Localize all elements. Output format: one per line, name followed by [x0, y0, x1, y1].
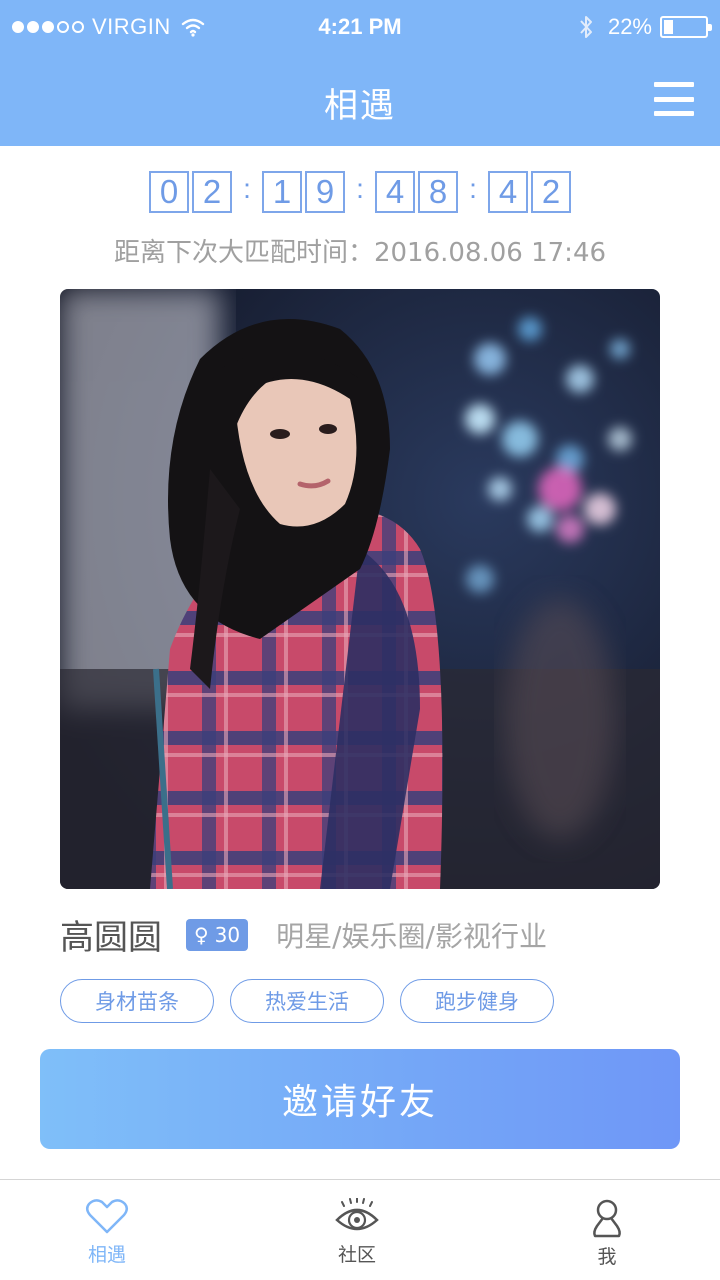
bluetooth-icon [580, 16, 592, 38]
tab-label: 社区 [337, 1244, 376, 1266]
profile-occupation: 明星/娱乐圈/影视行业 [276, 919, 547, 953]
carrier-name: VIRGIN [92, 14, 171, 39]
age-value: 30 [214, 922, 241, 947]
profile-photo[interactable] [60, 289, 660, 889]
profile-name: 高圆圆 [60, 918, 162, 958]
tab-community[interactable]: 社区 [287, 1180, 427, 1280]
countdown-digit: 4 [375, 171, 415, 213]
heart-icon [86, 1199, 128, 1234]
tag-chip[interactable]: 身材苗条 [60, 979, 214, 1023]
countdown-digit: 1 [262, 171, 302, 213]
gender-age-badge: ♀ 30 [186, 918, 249, 951]
hamburger-menu-icon[interactable] [654, 82, 694, 116]
countdown-digit: 0 [149, 171, 189, 213]
profile-info: 高圆圆 ♀ 30 明星/娱乐圈/影视行业 [60, 910, 680, 959]
tag-chip[interactable]: 热爱生活 [230, 979, 384, 1023]
countdown-separator: : [469, 173, 477, 204]
battery-percent: 22% [607, 14, 652, 39]
tab-encounter[interactable]: 相遇 [37, 1180, 177, 1280]
bottom-tab-bar: 相遇 社区 我 [0, 1179, 720, 1280]
female-icon: ♀ [194, 922, 209, 947]
page-title: 相遇 [324, 86, 396, 126]
invite-friends-button[interactable]: 邀请好友 [40, 1049, 680, 1149]
tab-me[interactable]: 我 [537, 1180, 677, 1280]
status-left: VIRGIN [12, 14, 205, 40]
countdown-digit: 4 [488, 171, 528, 213]
tab-label: 我 [597, 1246, 617, 1268]
countdown-timer: 0 2 : 1 9 : 4 8 : 4 2 [0, 171, 720, 213]
tag-chip[interactable]: 跑步健身 [400, 979, 554, 1023]
profile-photo-image [60, 289, 660, 889]
battery-icon [660, 16, 712, 38]
tab-label: 相遇 [87, 1244, 126, 1266]
countdown-separator: : [356, 173, 364, 204]
profile-tags: 身材苗条 热爱生活 跑步健身 [60, 979, 554, 1023]
countdown-digit: 2 [192, 171, 232, 213]
status-right: 22% [578, 14, 712, 40]
status-bar: VIRGIN 4:21 PM 22% [0, 0, 720, 56]
app-header: VIRGIN 4:21 PM 22% 相遇 [0, 0, 720, 146]
signal-strength-icon [12, 21, 84, 33]
eye-icon [335, 1198, 379, 1231]
countdown-digit: 8 [418, 171, 458, 213]
user-icon [593, 1199, 621, 1238]
countdown-separator: : [243, 173, 251, 204]
wifi-icon [181, 18, 204, 37]
countdown-digit: 2 [531, 171, 571, 213]
next-match-time: 距离下次大匹配时间：2016.08.06 17:46 [113, 238, 607, 268]
countdown-digit: 9 [305, 171, 345, 213]
